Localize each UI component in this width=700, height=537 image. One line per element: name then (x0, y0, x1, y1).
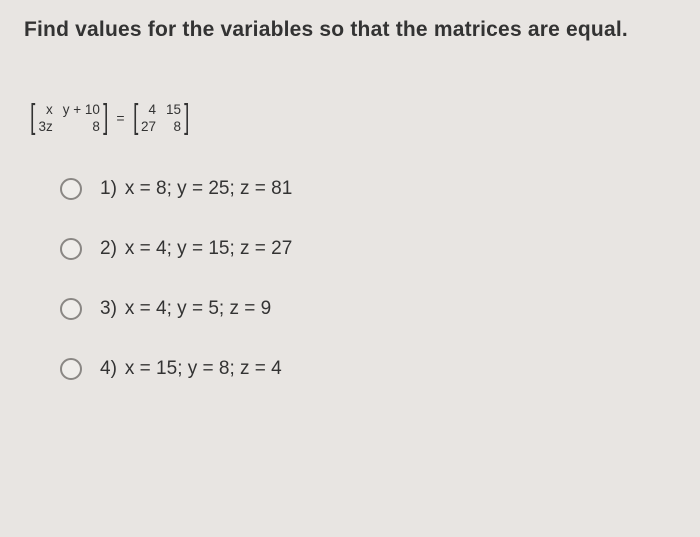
question-text: Find values for the variables so that th… (24, 18, 676, 42)
matrix-left: [ x y + 10 3z 8 ] (28, 100, 110, 136)
option-text: x = 4; y = 15; z = 27 (125, 238, 292, 260)
bracket-left-icon: [ (133, 100, 138, 136)
equals-sign: = (116, 110, 124, 126)
matrix-cell: 15 (166, 102, 181, 117)
option-number: 3) (100, 298, 117, 320)
matrix-cell: 4 (141, 102, 156, 117)
matrix-cell: 8 (166, 119, 181, 134)
matrix-cell: x (38, 102, 52, 117)
option-number: 1) (100, 178, 117, 200)
option-number: 4) (100, 358, 117, 380)
bracket-right-icon: ] (103, 100, 108, 136)
matrix-cell: 8 (63, 119, 100, 134)
radio-icon[interactable] (60, 178, 82, 200)
option-4[interactable]: 4) x = 15; y = 8; z = 4 (60, 358, 676, 380)
option-text: x = 8; y = 25; z = 81 (125, 178, 292, 200)
radio-icon[interactable] (60, 298, 82, 320)
matrix-equation: [ x y + 10 3z 8 ] = [ 4 15 27 8 ] (28, 100, 676, 136)
option-3[interactable]: 3) x = 4; y = 5; z = 9 (60, 298, 676, 320)
radio-icon[interactable] (60, 358, 82, 380)
matrix-right: [ 4 15 27 8 ] (131, 100, 192, 136)
bracket-right-icon: ] (184, 100, 189, 136)
radio-icon[interactable] (60, 238, 82, 260)
matrix-cell: y + 10 (63, 102, 100, 117)
option-text: x = 4; y = 5; z = 9 (125, 298, 271, 320)
option-number: 2) (100, 238, 117, 260)
option-2[interactable]: 2) x = 4; y = 15; z = 27 (60, 238, 676, 260)
matrix-cell: 27 (141, 119, 156, 134)
bracket-left-icon: [ (30, 100, 35, 136)
option-1[interactable]: 1) x = 8; y = 25; z = 81 (60, 178, 676, 200)
option-text: x = 15; y = 8; z = 4 (125, 358, 282, 380)
matrix-cell: 3z (38, 119, 52, 134)
options-list: 1) x = 8; y = 25; z = 81 2) x = 4; y = 1… (60, 178, 676, 380)
